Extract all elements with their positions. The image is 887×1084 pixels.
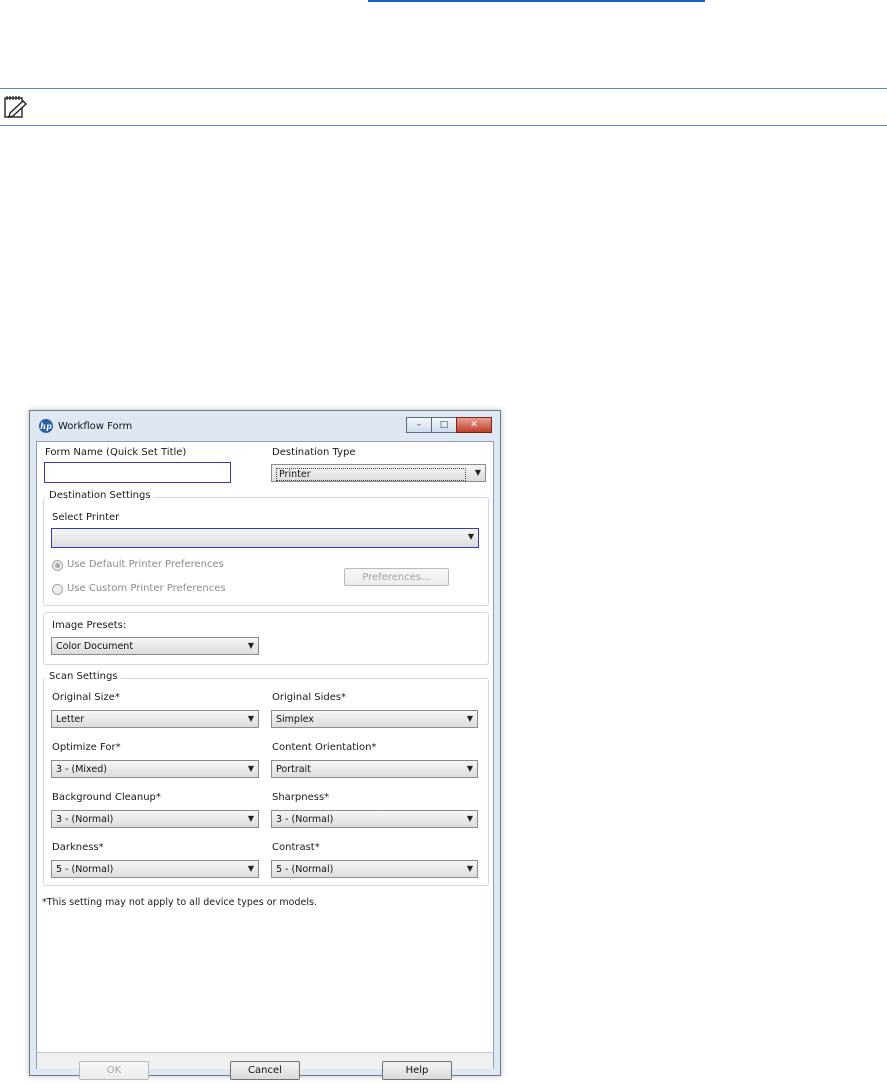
select-printer-label: Select Printer (52, 512, 120, 523)
background-cleanup-dropdown[interactable]: 3 - (Normal) ▼ (51, 810, 259, 828)
maximize-icon: □ (439, 420, 449, 430)
chevron-down-icon: ▼ (247, 814, 254, 823)
original-sides-value: Simplex (276, 714, 314, 725)
title-bar[interactable]: hp Workflow Form – □ ✕ (30, 411, 500, 441)
original-size-value: Letter (56, 714, 85, 725)
background-cleanup-value: 3 - (Normal) (56, 814, 114, 825)
sharpness-dropdown[interactable]: 3 - (Normal) ▼ (271, 810, 478, 828)
sharpness-value: 3 - (Normal) (276, 814, 334, 825)
select-printer-dropdown[interactable]: ▼ (51, 528, 479, 548)
hyperlink-underline[interactable] (368, 0, 705, 2)
contrast-label: Contrast* (272, 842, 320, 853)
footnote: *This setting may not apply to all devic… (42, 897, 317, 908)
image-presets-dropdown[interactable]: Color Document ▼ (51, 637, 259, 655)
image-presets-label: Image Presets: (52, 620, 127, 631)
sharpness-label: Sharpness* (272, 792, 330, 803)
chevron-down-icon: ▼ (466, 764, 473, 773)
destination-type-value: Printer (276, 468, 466, 481)
background-cleanup-label: Background Cleanup* (52, 792, 161, 803)
custom-preferences-radio[interactable] (52, 584, 63, 595)
chevron-down-icon: ▼ (466, 864, 473, 873)
original-size-label: Original Size* (52, 692, 120, 703)
form-name-label: Form Name (Quick Set Title) (45, 447, 187, 458)
chevron-down-icon: ▼ (247, 764, 254, 773)
original-size-dropdown[interactable]: Letter ▼ (51, 710, 259, 728)
ok-button[interactable]: OK (79, 1061, 149, 1080)
chevron-down-icon: ▼ (466, 814, 473, 823)
contrast-dropdown[interactable]: 5 - (Normal) ▼ (271, 860, 478, 878)
window-controls: – □ ✕ (406, 417, 492, 433)
darkness-value: 5 - (Normal) (56, 864, 114, 875)
minimize-button[interactable]: – (406, 417, 432, 433)
chevron-down-icon: ▼ (467, 532, 474, 541)
close-icon: ✕ (470, 420, 478, 430)
content-orientation-label: Content Orientation* (272, 742, 377, 753)
image-presets-value: Color Document (56, 641, 134, 652)
note-bottom-rule (0, 125, 887, 126)
darkness-label: Darkness* (52, 842, 104, 853)
optimize-for-dropdown[interactable]: 3 - (Mixed) ▼ (51, 760, 259, 778)
minimize-icon: – (416, 420, 422, 430)
optimize-for-label: Optimize For* (52, 742, 121, 753)
chevron-down-icon: ▼ (466, 714, 473, 723)
chevron-down-icon: ▼ (247, 641, 254, 650)
close-button[interactable]: ✕ (456, 417, 492, 433)
destination-type-label: Destination Type (272, 447, 356, 458)
note-pad-icon (4, 96, 28, 118)
help-button[interactable]: Help (382, 1061, 452, 1080)
note-top-rule (0, 88, 887, 89)
chevron-down-icon: ▼ (247, 864, 254, 873)
content-orientation-value: Portrait (276, 764, 311, 775)
hp-logo-icon: hp (39, 419, 53, 433)
chevron-down-icon: ▼ (474, 468, 481, 477)
default-preferences-radio[interactable] (52, 560, 63, 571)
form-name-input[interactable] (44, 462, 231, 483)
destination-settings-title: Destination Settings (46, 490, 154, 501)
destination-type-dropdown[interactable]: Printer ▼ (271, 464, 486, 482)
cancel-button[interactable]: Cancel (230, 1061, 300, 1080)
chevron-down-icon: ▼ (247, 714, 254, 723)
original-sides-label: Original Sides* (272, 692, 347, 703)
custom-preferences-label: Use Custom Printer Preferences (67, 583, 226, 594)
scan-settings-title: Scan Settings (46, 671, 121, 682)
workflow-form-window: hp Workflow Form – □ ✕ Form Name (Quick … (29, 410, 501, 1080)
original-sides-dropdown[interactable]: Simplex ▼ (271, 710, 478, 728)
window-title: Workflow Form (58, 421, 133, 432)
darkness-dropdown[interactable]: 5 - (Normal) ▼ (51, 860, 259, 878)
contrast-value: 5 - (Normal) (276, 864, 334, 875)
maximize-button[interactable]: □ (431, 417, 457, 433)
optimize-for-value: 3 - (Mixed) (56, 764, 107, 775)
default-preferences-label: Use Default Printer Preferences (67, 559, 224, 570)
dialog-client-area: Form Name (Quick Set Title) Destination … (36, 441, 494, 1069)
preferences-button[interactable]: Preferences... (344, 568, 449, 586)
content-orientation-dropdown[interactable]: Portrait ▼ (271, 760, 478, 778)
